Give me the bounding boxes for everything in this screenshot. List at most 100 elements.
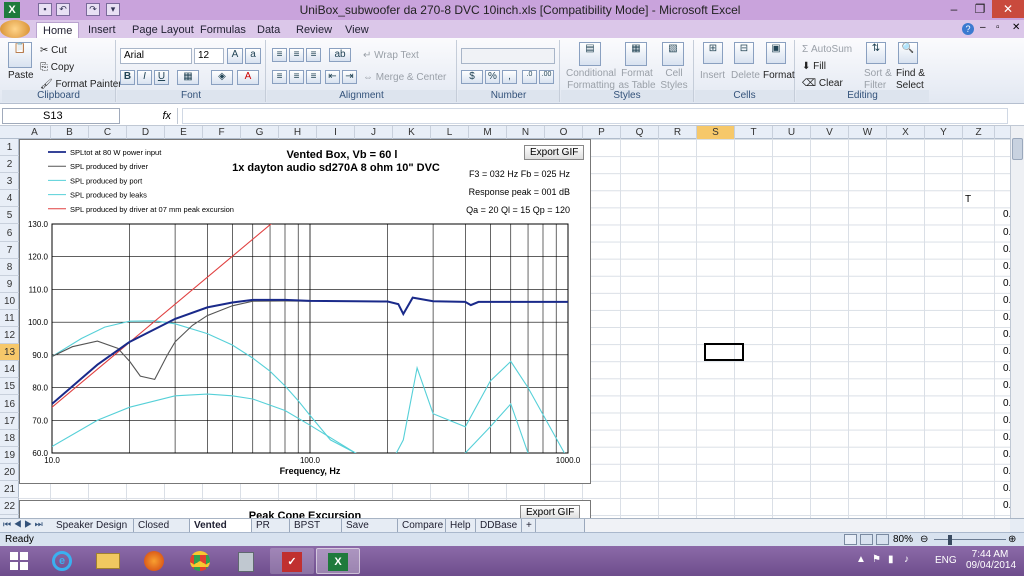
undo-icon[interactable]: ↶ bbox=[56, 3, 70, 16]
row-header-2[interactable]: 2 bbox=[0, 156, 19, 174]
minimize-button[interactable]: – bbox=[940, 0, 968, 18]
zoom-out-icon[interactable]: ⊖ bbox=[920, 534, 928, 546]
format-cells-icon[interactable]: ▣ bbox=[766, 42, 786, 64]
column-header-q[interactable]: Q bbox=[621, 126, 659, 139]
response-chart[interactable]: 130.0 120.0 110.0 100.0 90.0 80.0 70.0 60.0 10.0… bbox=[19, 139, 591, 484]
decrease-decimal-icon[interactable]: .00 bbox=[539, 70, 554, 84]
office-button[interactable] bbox=[0, 20, 30, 38]
tray-volume-icon[interactable]: ♪ bbox=[904, 554, 909, 565]
row-header-8[interactable]: 8 bbox=[0, 259, 19, 276]
cell-z13[interactable]: 0.001 bbox=[984, 346, 1010, 357]
tab-data[interactable]: Data bbox=[251, 22, 286, 38]
calculator-icon[interactable] bbox=[224, 548, 268, 574]
column-header-x[interactable]: X bbox=[887, 126, 925, 139]
help-icon[interactable]: ? bbox=[962, 23, 974, 35]
cell-styles-button[interactable]: Cell Styles bbox=[657, 68, 691, 92]
cell-z21[interactable]: 0.003 bbox=[984, 483, 1010, 494]
tray-up-arrow-icon[interactable]: ▲ bbox=[856, 554, 866, 565]
tab-review[interactable]: Review bbox=[290, 22, 338, 38]
column-header-z[interactable]: Z bbox=[963, 126, 995, 139]
row-header-18[interactable]: 18 bbox=[0, 430, 19, 447]
increase-indent-icon[interactable]: ⇥ bbox=[342, 70, 357, 84]
row-header-5[interactable]: 5 bbox=[0, 207, 19, 225]
autosum-button[interactable]: Σ AutoSum bbox=[802, 44, 852, 56]
tray-flag-icon[interactable]: ⚑ bbox=[872, 554, 881, 565]
sheet-tab-closed-box[interactable]: Closed Box bbox=[134, 519, 190, 544]
file-explorer-icon[interactable] bbox=[86, 548, 130, 574]
sheet-tab-vented-box[interactable]: Vented Box bbox=[190, 519, 252, 544]
cut-button[interactable]: ✂ Cut bbox=[40, 45, 67, 57]
sheet-tab-compare[interactable]: Compare bbox=[398, 519, 446, 532]
align-bottom-icon[interactable]: ≡ bbox=[306, 48, 321, 62]
row-header-6[interactable]: 6 bbox=[0, 225, 19, 242]
sheet-tab-speaker-design[interactable]: Speaker Design bbox=[52, 519, 134, 532]
cell-z12[interactable]: 0.001 bbox=[984, 329, 1010, 340]
row-header-9[interactable]: 9 bbox=[0, 276, 19, 293]
font-size-combo[interactable]: 12 bbox=[194, 48, 224, 64]
align-middle-icon[interactable]: ≡ bbox=[289, 48, 304, 62]
cell-z7[interactable]: 0.000 bbox=[984, 244, 1010, 255]
row-header-7[interactable]: 7 bbox=[0, 242, 19, 259]
insert-sheet-icon[interactable]: + bbox=[522, 519, 536, 532]
scroll-thumb[interactable] bbox=[1012, 138, 1023, 160]
internet-explorer-icon[interactable]: e bbox=[40, 548, 84, 574]
increase-decimal-icon[interactable]: .0 bbox=[522, 70, 537, 84]
format-as-table-icon[interactable]: ▦ bbox=[625, 42, 647, 66]
cell-z4[interactable]: T bbox=[965, 194, 971, 205]
column-header-w[interactable]: W bbox=[849, 126, 887, 139]
find-select-button[interactable]: Find & Select bbox=[896, 68, 925, 92]
conditional-formatting-button[interactable]: Conditional Formatting bbox=[566, 68, 616, 92]
row-header-11[interactable]: 11 bbox=[0, 310, 19, 327]
number-format-combo[interactable] bbox=[461, 48, 555, 64]
align-right-icon[interactable]: ≡ bbox=[306, 70, 321, 84]
workbook-close-button[interactable]: ✕ bbox=[1012, 22, 1020, 33]
zoom-level[interactable]: 80% bbox=[893, 533, 913, 547]
binoculars-icon[interactable]: 🔍 bbox=[898, 42, 918, 64]
format-as-table-button[interactable]: Format as Table bbox=[617, 68, 657, 92]
align-center-icon[interactable]: ≡ bbox=[289, 70, 304, 84]
clear-button[interactable]: ⌫ Clear bbox=[802, 78, 843, 90]
row-header-20[interactable]: 20 bbox=[0, 464, 19, 481]
row-header-14[interactable]: 14 bbox=[0, 361, 19, 379]
column-header-v[interactable]: V bbox=[811, 126, 849, 139]
row-header-22[interactable]: 22 bbox=[0, 498, 19, 516]
cell-z22[interactable]: 0.003 bbox=[984, 500, 1010, 511]
insert-cells-icon[interactable]: ⊞ bbox=[703, 42, 723, 64]
sort-filter-button[interactable]: Sort & Filter bbox=[864, 68, 892, 92]
row-header-13[interactable]: 13 bbox=[0, 344, 19, 362]
zoom-in-icon[interactable]: ⊕ bbox=[1008, 534, 1016, 546]
cell-z18[interactable]: 0.002 bbox=[984, 432, 1010, 443]
column-header-e[interactable]: E bbox=[165, 126, 203, 139]
column-header-a[interactable]: A bbox=[19, 126, 51, 139]
row-header-17[interactable]: 17 bbox=[0, 413, 19, 430]
column-header-c[interactable]: C bbox=[89, 126, 127, 139]
percent-button[interactable]: % bbox=[485, 70, 500, 84]
excel-logo-icon[interactable]: X bbox=[4, 2, 20, 18]
borders-icon[interactable]: ▦ bbox=[177, 70, 199, 85]
cell-z16[interactable]: 0.002 bbox=[984, 398, 1010, 409]
normal-view-icon[interactable] bbox=[844, 534, 857, 545]
tab-page-layout[interactable]: Page Layout bbox=[126, 22, 200, 38]
windows-start-icon[interactable] bbox=[10, 552, 28, 570]
page-layout-view-icon[interactable] bbox=[860, 534, 873, 545]
sort-filter-icon[interactable]: ⇅ bbox=[866, 42, 886, 64]
cell-z17[interactable]: 0.002 bbox=[984, 415, 1010, 426]
sheet-tab-ddbase[interactable]: DDBase bbox=[476, 519, 522, 532]
vertical-scrollbar[interactable] bbox=[1010, 126, 1024, 518]
fill-color-icon[interactable]: ◈ bbox=[211, 70, 233, 85]
column-header-l[interactable]: L bbox=[431, 126, 469, 139]
sheet-tab-save-graph[interactable]: Save Graph bbox=[342, 519, 398, 544]
cell-z15[interactable]: 0.002 bbox=[984, 380, 1010, 391]
column-header-t[interactable]: T bbox=[735, 126, 773, 139]
ribbon-restore-button[interactable]: ▫ bbox=[996, 22, 1000, 33]
row-header-4[interactable]: 4 bbox=[0, 190, 19, 208]
delete-cells-icon[interactable]: ⊟ bbox=[734, 42, 754, 64]
sheet-tab-bpst-box[interactable]: BPST Box bbox=[290, 519, 342, 544]
column-header-k[interactable]: K bbox=[393, 126, 431, 139]
tab-insert[interactable]: Insert bbox=[82, 22, 122, 38]
cell-z8[interactable]: 0.000 bbox=[984, 261, 1010, 272]
chrome-icon[interactable] bbox=[178, 548, 222, 574]
fill-button[interactable]: ⬇ Fill bbox=[802, 61, 826, 73]
align-top-icon[interactable]: ≡ bbox=[272, 48, 287, 62]
excel-taskbar-icon[interactable]: X bbox=[316, 548, 360, 574]
